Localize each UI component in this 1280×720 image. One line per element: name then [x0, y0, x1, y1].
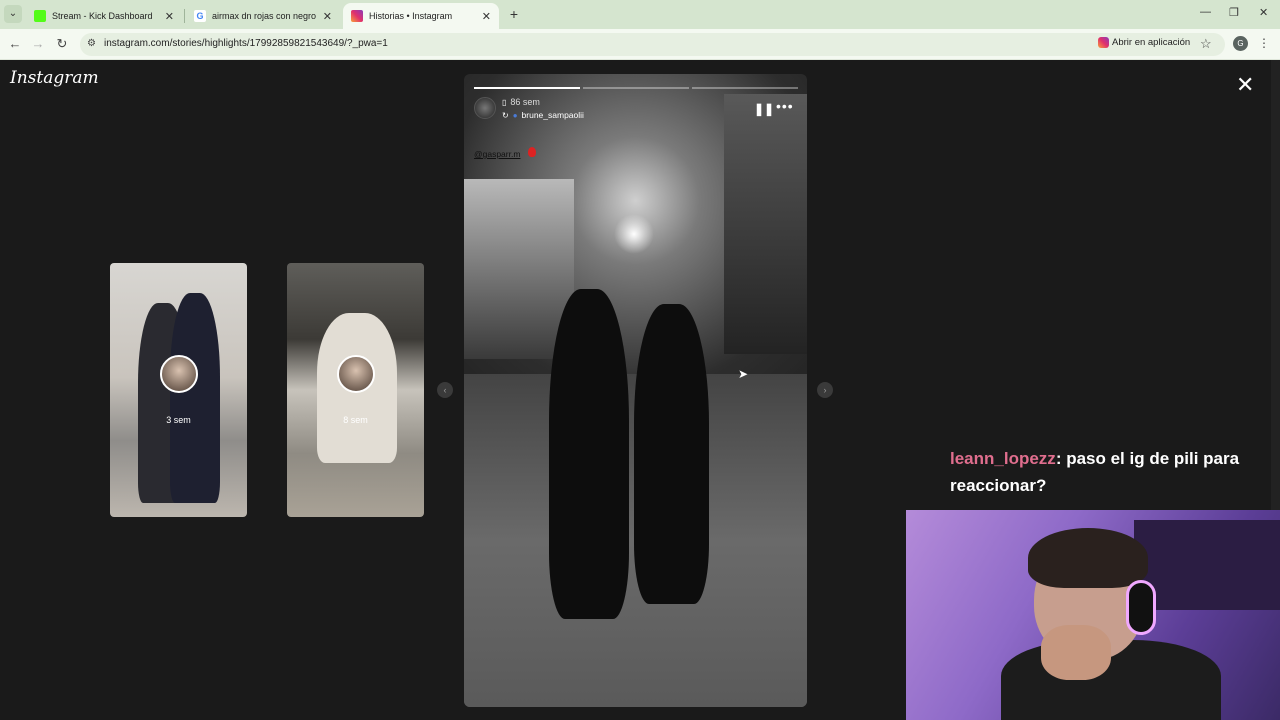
open-in-app-label: Abrir en aplicación [1112, 37, 1191, 48]
progress-fill [474, 87, 580, 89]
browser-toolbar: ← → ↻ ⚙ instagram.com/stories/highlights… [0, 29, 1280, 60]
instagram-icon [351, 10, 363, 22]
open-in-app-button[interactable]: Abrir en aplicación [1098, 37, 1190, 48]
story-photo [634, 304, 709, 604]
reload-icon[interactable]: ↻ [54, 36, 70, 52]
restore-icon[interactable]: ❐ [1229, 6, 1239, 19]
forward-icon[interactable]: → [30, 36, 46, 52]
previous-story-button[interactable]: ‹ [437, 382, 453, 398]
tab-separator [184, 9, 185, 23]
story-photo [724, 94, 807, 354]
webcam-person [1028, 528, 1148, 588]
chat-username: leann_lopezz [950, 449, 1056, 468]
tab-kick-dashboard[interactable]: Stream - Kick Dashboard ✕ [26, 3, 182, 29]
kick-icon [34, 10, 46, 22]
google-icon: G [194, 10, 206, 22]
url-text[interactable]: instagram.com/stories/highlights/1799285… [104, 38, 388, 49]
avatar [160, 355, 198, 393]
mouse-cursor-icon: ➤ [738, 367, 749, 381]
preview-time: 3 sem [166, 415, 191, 425]
close-icon[interactable]: ✕ [1236, 74, 1254, 96]
tab-google-search[interactable]: G airmax dn rojas con negro - Bu ✕ [186, 3, 340, 29]
story-reshare-info: ↻ ● brune_sampaolii [502, 110, 584, 120]
story-owner-avatar[interactable] [474, 97, 496, 119]
avatar [337, 355, 375, 393]
close-tab-icon[interactable]: ✕ [323, 10, 332, 23]
story-preview-previous-2[interactable]: 3 sem [110, 263, 247, 517]
browser-menu-icon[interactable]: ⋮ [1258, 36, 1270, 50]
story-progress-segment [692, 87, 798, 89]
profile-avatar[interactable]: G [1233, 36, 1248, 51]
story-preview-previous-1[interactable]: 8 sem [287, 263, 424, 517]
webcam-overlay [906, 510, 1280, 720]
address-bar[interactable]: ⚙ instagram.com/stories/highlights/17992… [80, 33, 1225, 56]
window-close-icon[interactable]: ✕ [1259, 6, 1268, 19]
street-light [614, 214, 654, 254]
story-progress-segment [583, 87, 689, 89]
minimize-icon[interactable]: — [1200, 6, 1211, 18]
story-photo [549, 289, 629, 619]
headset-icon [1126, 580, 1156, 635]
tab-instagram-stories[interactable]: Historias • Instagram ✕ [343, 3, 499, 29]
instagram-logo[interactable]: Instagram [10, 68, 99, 88]
wine-glass-icon [528, 147, 536, 157]
preview-photo [170, 293, 220, 503]
story-meta: ▯ 86 sem [502, 97, 540, 107]
tab-strip: ⌄ Stream - Kick Dashboard ✕ G airmax dn … [0, 0, 1280, 29]
preview-time: 8 sem [343, 415, 368, 425]
story-viewer[interactable]: ▯ 86 sem ↻ ● brune_sampaolii ❚❚ ••• @gas… [464, 74, 807, 707]
tab-title: Historias • Instagram [369, 11, 453, 21]
stream-chat-message: leann_lopezz: paso el ig de pili para re… [950, 445, 1270, 499]
webcam-person [1041, 625, 1111, 680]
mention-sticker[interactable]: @gasparr.m [474, 149, 520, 159]
tab-title: airmax dn rojas con negro - Bu [212, 11, 317, 21]
reshare-icon: ↻ [502, 110, 509, 120]
bookmark-star-icon[interactable]: ☆ [1200, 36, 1212, 52]
close-tab-icon[interactable]: ✕ [165, 10, 174, 23]
close-tab-icon[interactable]: ✕ [482, 10, 491, 23]
site-info-icon[interactable]: ⚙ [87, 38, 99, 50]
back-icon[interactable]: ← [7, 36, 23, 52]
highlight-icon: ▯ [502, 97, 507, 107]
next-story-button[interactable]: › [817, 382, 833, 398]
user-icon: ● [512, 110, 518, 120]
story-time: 86 sem [510, 97, 540, 107]
tab-search-button[interactable]: ⌄ [4, 5, 22, 23]
story-username[interactable]: brune_sampaolii [522, 110, 584, 120]
instagram-icon [1098, 37, 1109, 48]
more-options-icon[interactable]: ••• [776, 98, 794, 114]
tab-title: Stream - Kick Dashboard [52, 11, 153, 21]
new-tab-button[interactable]: + [505, 5, 523, 23]
story-progress-segment [474, 87, 580, 89]
pause-icon[interactable]: ❚❚ [754, 102, 774, 116]
